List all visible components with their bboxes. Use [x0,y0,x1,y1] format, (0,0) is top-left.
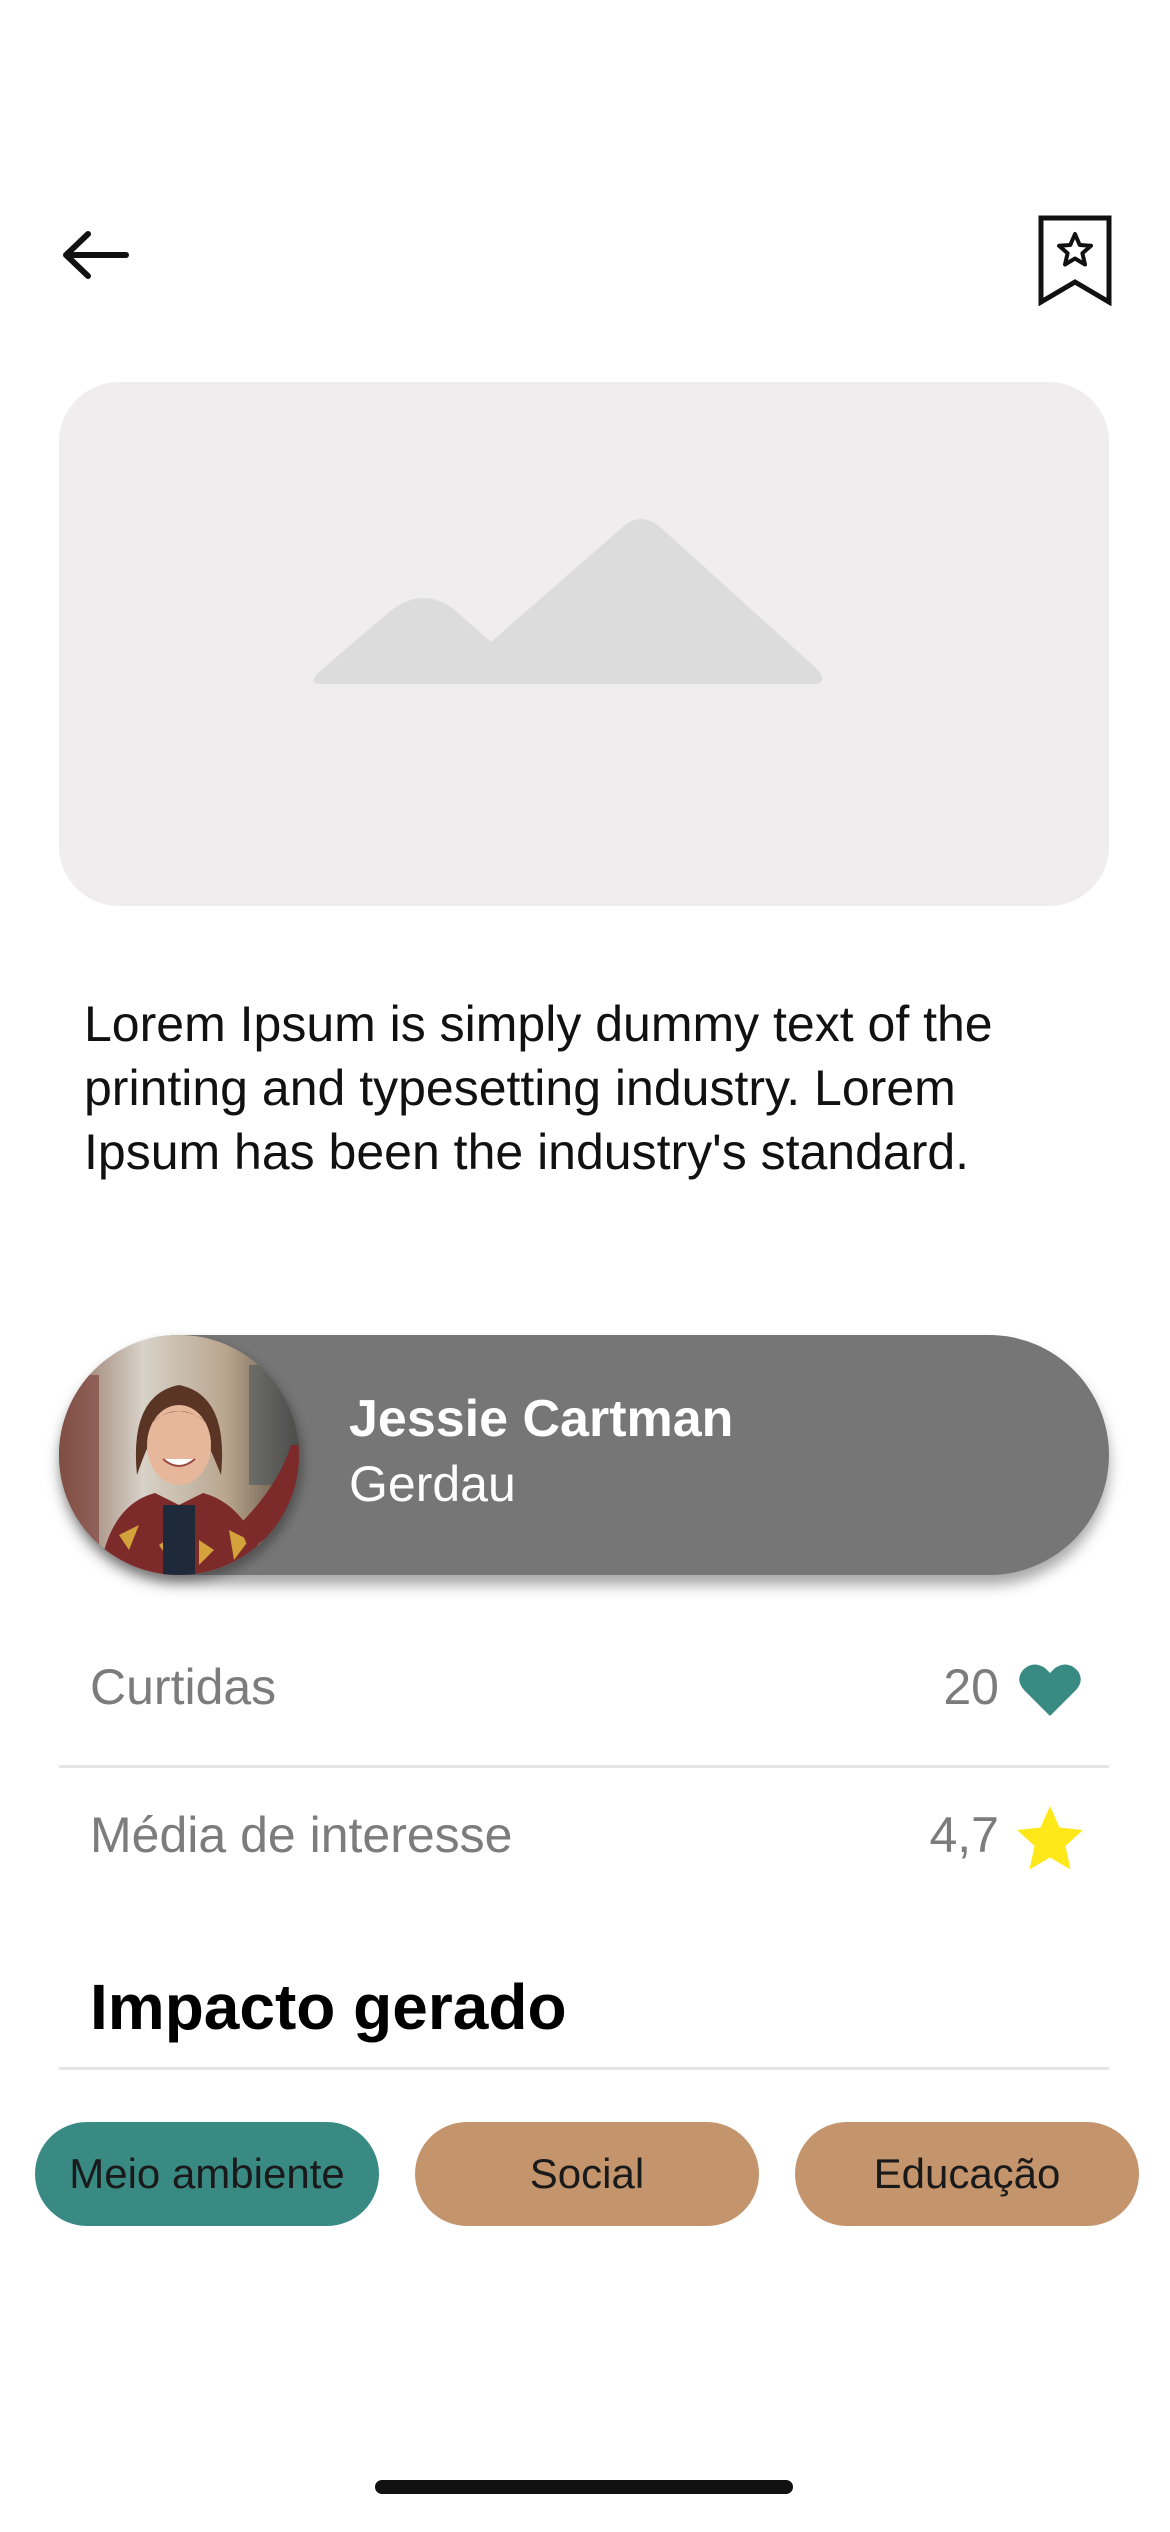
hero-image [59,382,1109,906]
back-button[interactable] [50,220,140,290]
tag-label: Meio ambiente [69,2150,345,2197]
impact-title: Impacto gerado [90,1971,567,2043]
avatar [59,1335,299,1575]
divider [59,2067,1109,2070]
home-indicator[interactable] [375,2480,793,2494]
likes-count: 20 [943,1659,999,1715]
tag-educacao[interactable]: Educação [795,2122,1139,2226]
likes-label: Curtidas [90,1659,277,1715]
star-icon [1017,1806,1083,1870]
tag-label: Social [529,2150,645,2197]
author-company: Gerdau [349,1456,516,1512]
interest-row: Média de interesse 4,7 [59,1768,1109,1914]
interest-average: 4,7 [929,1807,999,1863]
bookmark-button[interactable] [1030,212,1120,308]
tag-label: Educação [873,2150,1061,2197]
bookmark-star-icon [1038,215,1112,306]
tag-social[interactable]: Social [415,2122,759,2226]
author-name: Jessie Cartman [349,1390,734,1448]
arrow-left-icon [63,231,129,279]
tag-meio-ambiente[interactable]: Meio ambiente [35,2122,379,2226]
post-description: Lorem Ipsum is simply dummy text of the … [84,996,993,1180]
author-card[interactable]: Jessie Cartman Gerdau [59,1335,1109,1575]
heart-icon[interactable] [1015,1656,1085,1726]
interest-label: Média de interesse [90,1807,513,1863]
image-placeholder-icon [313,519,823,684]
likes-row: Curtidas 20 [59,1620,1109,1766]
